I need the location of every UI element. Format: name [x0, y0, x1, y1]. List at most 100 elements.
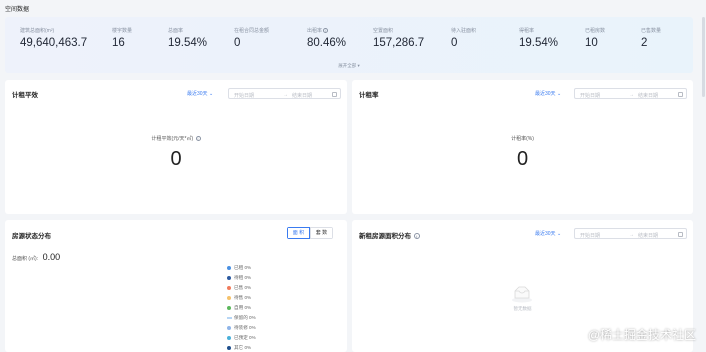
legend-label: 已售 0% — [234, 285, 252, 290]
legend-label: 待售 0% — [234, 295, 252, 300]
info-icon[interactable]: i — [323, 28, 329, 34]
legend-dot — [227, 296, 231, 300]
stat-leased-count: 已租房数 10 — [585, 27, 605, 49]
card-title: 房源状态分布 — [12, 233, 51, 240]
legend-label: 保留的 0% — [234, 315, 256, 320]
stat-label: 得租率 — [519, 28, 535, 34]
range-select[interactable]: 最近30天 ⌄ — [187, 90, 213, 97]
page-scrollbar[interactable] — [702, 17, 705, 97]
legend-label: 待租 0% — [234, 275, 252, 280]
card-title: 计租平效 — [12, 92, 38, 99]
metric-label: 计租率(%) — [511, 136, 534, 142]
stat-value: 16 — [112, 37, 125, 49]
range-arrow: → — [629, 92, 634, 98]
legend-item[interactable]: 待装修 0% — [227, 323, 256, 333]
calendar-icon[interactable] — [678, 231, 683, 237]
stat-value: 2 — [641, 37, 648, 49]
end-date-input[interactable]: 结束日期 — [638, 92, 658, 99]
page-title: 空间数据 — [5, 7, 30, 13]
status-legend: 已租 0% 待租 0% 已售 0% 待售 0% 自用 0% 保留的 0% 待装修… — [227, 263, 256, 352]
stat-label: 出租率 — [307, 28, 323, 34]
summary-panel: 建筑总面积(m²) 49,640,463.7 楼宇数量 16 总面率 19.54… — [5, 17, 693, 73]
legend-label: 自用 0% — [234, 305, 252, 310]
stat-building-count: 楼宇数量 16 — [112, 27, 132, 49]
range-arrow: → — [629, 232, 634, 238]
legend-item[interactable]: 待售 0% — [227, 293, 256, 303]
legend-item[interactable]: 其它 0% — [227, 343, 256, 352]
stat-vacant-area: 空置面积 157,286.7 — [373, 27, 424, 49]
empty-state-text: 暂无数据 — [513, 306, 532, 311]
info-icon[interactable]: i — [195, 136, 201, 142]
legend-label: 其它 0% — [234, 345, 252, 350]
total-area-label: 总面积 (㎡): — [12, 256, 39, 262]
info-icon[interactable]: i — [413, 233, 420, 240]
stat-value: 157,286.7 — [373, 37, 425, 49]
legend-dot — [227, 346, 231, 350]
stat-total-rate: 总面率 19.54% — [168, 27, 207, 49]
avg-rent-card: 计租平效 最近30天 ⌄ 开始日期 → 结束日期 计租平效(元/天*㎡) i 0 — [5, 80, 347, 214]
legend-item[interactable]: 已预定 0% — [227, 333, 256, 343]
legend-label: 待装修 0% — [234, 325, 256, 330]
status-distribution-card: 房源状态分布 面 积 套 数 总面积 (㎡): 0.00 — [5, 220, 347, 352]
stat-label: 已售数量 — [641, 28, 662, 34]
stat-value: 10 — [585, 37, 598, 49]
stat-lease-rate: 得租率 19.54% — [519, 27, 558, 49]
rent-rate-card: 计租率 最近30天 ⌄ 开始日期 → 结束日期 计租率(%) 0 — [352, 80, 693, 214]
toggle-area[interactable]: 面 积 — [287, 227, 310, 239]
stat-building-area: 建筑总面积(m²) 49,640,463.7 — [20, 27, 87, 49]
stat-value: 19.54% — [519, 37, 559, 49]
stat-value: 19.54% — [168, 37, 208, 49]
area-count-toggle: 面 积 套 数 — [287, 227, 333, 239]
toggle-count[interactable]: 套 数 — [310, 227, 333, 239]
legend-label: 已租 0% — [234, 265, 252, 270]
total-area-value: 0.00 — [42, 252, 61, 262]
stat-pending-area: 待入驻面积 0 — [451, 27, 476, 49]
calendar-icon[interactable] — [332, 91, 337, 97]
stat-value: 80.46% — [307, 37, 347, 49]
date-range-picker[interactable]: 开始日期 → 结束日期 — [574, 88, 687, 99]
stat-label: 空置面积 — [373, 28, 394, 34]
range-select[interactable]: 最近30天 ⌄ — [535, 90, 561, 97]
stat-label: 楼宇数量 — [112, 28, 133, 34]
metric-label: 计租平效(元/天*㎡) — [151, 136, 194, 142]
legend-item[interactable]: 保留的 0% — [227, 313, 256, 323]
stat-value: 0 — [234, 37, 241, 49]
legend-dot — [227, 286, 231, 290]
expand-all-toggle[interactable]: 展开全部 ▾ — [5, 63, 693, 69]
legend-dot — [227, 276, 231, 280]
start-date-input[interactable]: 开始日期 — [580, 92, 600, 99]
stat-label: 在租合同总金额 — [234, 28, 270, 34]
calendar-icon[interactable] — [678, 91, 683, 97]
stat-contract-amount: 在租合同总金额 0 — [234, 27, 269, 49]
range-select[interactable]: 最近30天 ⌄ — [535, 230, 561, 237]
stat-label: 总面率 — [168, 28, 184, 34]
legend-item[interactable]: 待租 0% — [227, 273, 256, 283]
card-title: 新租房源面积分布 — [359, 233, 411, 240]
end-date-input[interactable]: 结束日期 — [292, 92, 312, 99]
start-date-input[interactable]: 开始日期 — [234, 92, 254, 99]
legend-dot — [227, 306, 231, 310]
end-date-input[interactable]: 结束日期 — [638, 232, 658, 239]
stat-value: 49,640,463.7 — [20, 37, 88, 49]
stat-label: 建筑总面积(m²) — [20, 28, 55, 34]
legend-dash — [227, 317, 232, 319]
legend-item[interactable]: 自用 0% — [227, 303, 256, 313]
card-title: 计租率 — [359, 92, 379, 99]
date-range-picker[interactable]: 开始日期 → 结束日期 — [574, 228, 687, 239]
legend-item[interactable]: 已租 0% — [227, 263, 256, 273]
stat-label: 已租房数 — [585, 28, 606, 34]
date-range-picker[interactable]: 开始日期 → 结束日期 — [228, 88, 341, 99]
range-arrow: → — [283, 92, 288, 98]
legend-label: 已预定 0% — [234, 335, 256, 340]
stat-value: 0 — [451, 37, 458, 49]
metric-value: 0 — [516, 148, 529, 170]
stat-occupancy-rate: 出租率 i 80.46% — [307, 27, 346, 49]
legend-item[interactable]: 已售 0% — [227, 283, 256, 293]
watermark: @稀土掘金技术社区 — [587, 328, 696, 342]
legend-dot — [227, 326, 231, 330]
stat-label: 待入驻面积 — [451, 28, 477, 34]
legend-dot — [227, 266, 231, 270]
start-date-input[interactable]: 开始日期 — [580, 232, 600, 239]
stat-sold-count: 已售数量 2 — [641, 27, 661, 49]
metric-value: 0 — [170, 148, 182, 170]
